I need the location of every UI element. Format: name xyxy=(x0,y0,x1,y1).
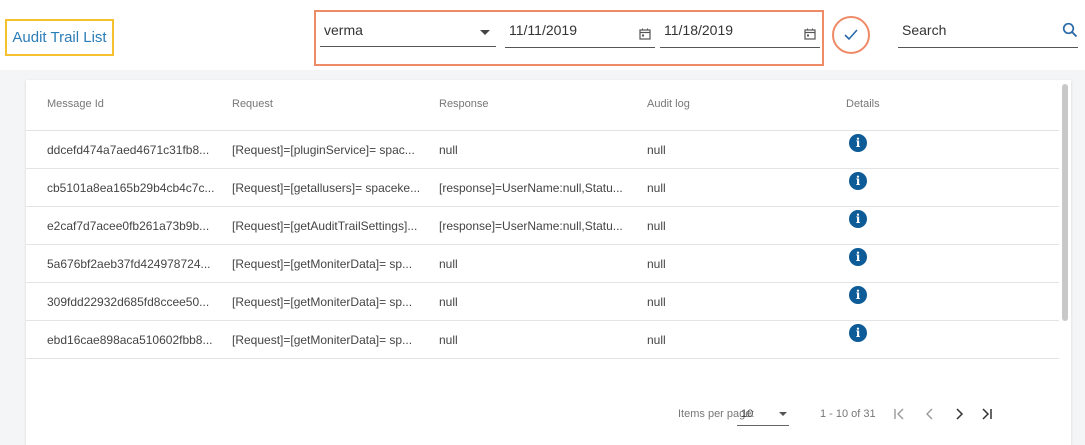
response-cell: null xyxy=(439,257,458,271)
table-header: Message Id Request Response Audit log De… xyxy=(26,80,1059,131)
search-icon[interactable] xyxy=(1062,22,1078,43)
table-row[interactable]: 5a676bf2aeb37fd424978724... [Request]=[g… xyxy=(26,245,1059,283)
audit-log-cell: null xyxy=(647,295,666,309)
info-icon[interactable]: i xyxy=(849,172,867,190)
first-page-icon xyxy=(894,408,904,420)
request-cell: [Request]=[getMoniterData]= sp... xyxy=(232,333,413,347)
response-cell: null xyxy=(439,143,458,157)
chevron-down-icon[interactable] xyxy=(480,30,490,35)
start-date-field[interactable]: 11/11/2019 xyxy=(505,20,655,48)
audit-log-cell: null xyxy=(647,257,666,271)
response-cell: [response]=UserName:null,Statu... xyxy=(439,181,623,195)
message-id-cell: e2caf7d7acee0fb261a73b9b... xyxy=(47,219,210,233)
next-page-button[interactable] xyxy=(948,402,970,426)
message-id-cell: ebd16cae898aca510602fbb8... xyxy=(47,333,213,347)
previous-page-button[interactable] xyxy=(919,402,941,426)
audit-log-cell: null xyxy=(647,333,666,347)
message-id-cell: ddcefd474a7aed4671c31fb8... xyxy=(47,143,210,157)
check-icon xyxy=(844,29,858,41)
chevron-right-icon xyxy=(956,408,964,420)
end-date-value: 11/18/2019 xyxy=(664,22,734,38)
request-cell: [Request]=[getMoniterData]= sp... xyxy=(232,257,413,271)
items-per-page-value: 10 xyxy=(741,408,754,420)
message-id-cell: 5a676bf2aeb37fd424978724... xyxy=(47,257,211,271)
audit-log-cell: null xyxy=(647,181,666,195)
chevron-left-icon xyxy=(926,408,933,420)
request-cell: [Request]=[getAuditTrailSettings]... xyxy=(232,219,418,233)
user-select[interactable]: verma xyxy=(320,20,496,47)
response-cell: [response]=UserName:null,Statu... xyxy=(439,219,623,233)
last-page-button[interactable] xyxy=(976,402,998,426)
end-date-field[interactable]: 11/18/2019 xyxy=(660,20,820,48)
calendar-icon[interactable] xyxy=(804,27,816,43)
search-input[interactable] xyxy=(898,22,1056,38)
request-cell: [Request]=[getMoniterData]= sp... xyxy=(232,295,413,309)
info-icon[interactable]: i xyxy=(849,248,867,266)
start-date-value: 11/11/2019 xyxy=(509,22,577,38)
calendar-icon[interactable] xyxy=(639,27,651,43)
table-row[interactable]: ebd16cae898aca510602fbb8... [Request]=[g… xyxy=(26,321,1059,359)
info-icon[interactable]: i xyxy=(849,286,867,304)
items-per-page-select[interactable]: 10 xyxy=(737,405,789,426)
table-row[interactable]: ddcefd474a7aed4671c31fb8... [Request]=[p… xyxy=(26,131,1059,169)
first-page-button[interactable] xyxy=(888,402,910,426)
request-cell: [Request]=[pluginService]= spac... xyxy=(232,143,415,157)
column-header-audit-log: Audit log xyxy=(647,98,690,110)
request-cell: [Request]=[getallusers]= spaceke... xyxy=(232,181,421,195)
table-row[interactable]: 309fdd22932d685fd8ccee50... [Request]=[g… xyxy=(26,283,1059,321)
column-header-message-id: Message Id xyxy=(47,98,104,110)
chevron-down-icon[interactable] xyxy=(779,412,787,416)
paginator: Items per page: 10 1 - 10 of 31 xyxy=(26,396,1059,436)
info-icon[interactable]: i xyxy=(849,210,867,228)
apply-filter-button[interactable] xyxy=(832,16,870,54)
audit-log-cell: null xyxy=(647,143,666,157)
column-header-response: Response xyxy=(439,98,489,110)
message-id-cell: 309fdd22932d685fd8ccee50... xyxy=(47,295,210,309)
response-cell: null xyxy=(439,295,458,309)
column-header-request: Request xyxy=(232,98,273,110)
page-range-label: 1 - 10 of 31 xyxy=(820,408,876,420)
info-icon[interactable]: i xyxy=(849,134,867,152)
user-select-value: verma xyxy=(324,22,363,38)
audit-log-cell: null xyxy=(647,219,666,233)
table-row[interactable]: cb5101a8ea165b29b4cb4c7c... [Request]=[g… xyxy=(26,169,1059,207)
column-header-details: Details xyxy=(846,98,880,110)
table-row[interactable]: e2caf7d7acee0fb261a73b9b... [Request]=[g… xyxy=(26,207,1059,245)
search-field[interactable] xyxy=(898,20,1078,48)
last-page-icon xyxy=(982,408,992,420)
top-toolbar: Audit Trail List verma 11/11/2019 11/18/… xyxy=(0,0,1085,70)
audit-table-card: Message Id Request Response Audit log De… xyxy=(26,80,1071,445)
response-cell: null xyxy=(439,333,458,347)
scrollbar-thumb[interactable] xyxy=(1062,84,1068,321)
message-id-cell: cb5101a8ea165b29b4cb4c7c... xyxy=(47,181,215,195)
page-title: Audit Trail List xyxy=(5,19,114,56)
info-icon[interactable]: i xyxy=(849,324,867,342)
